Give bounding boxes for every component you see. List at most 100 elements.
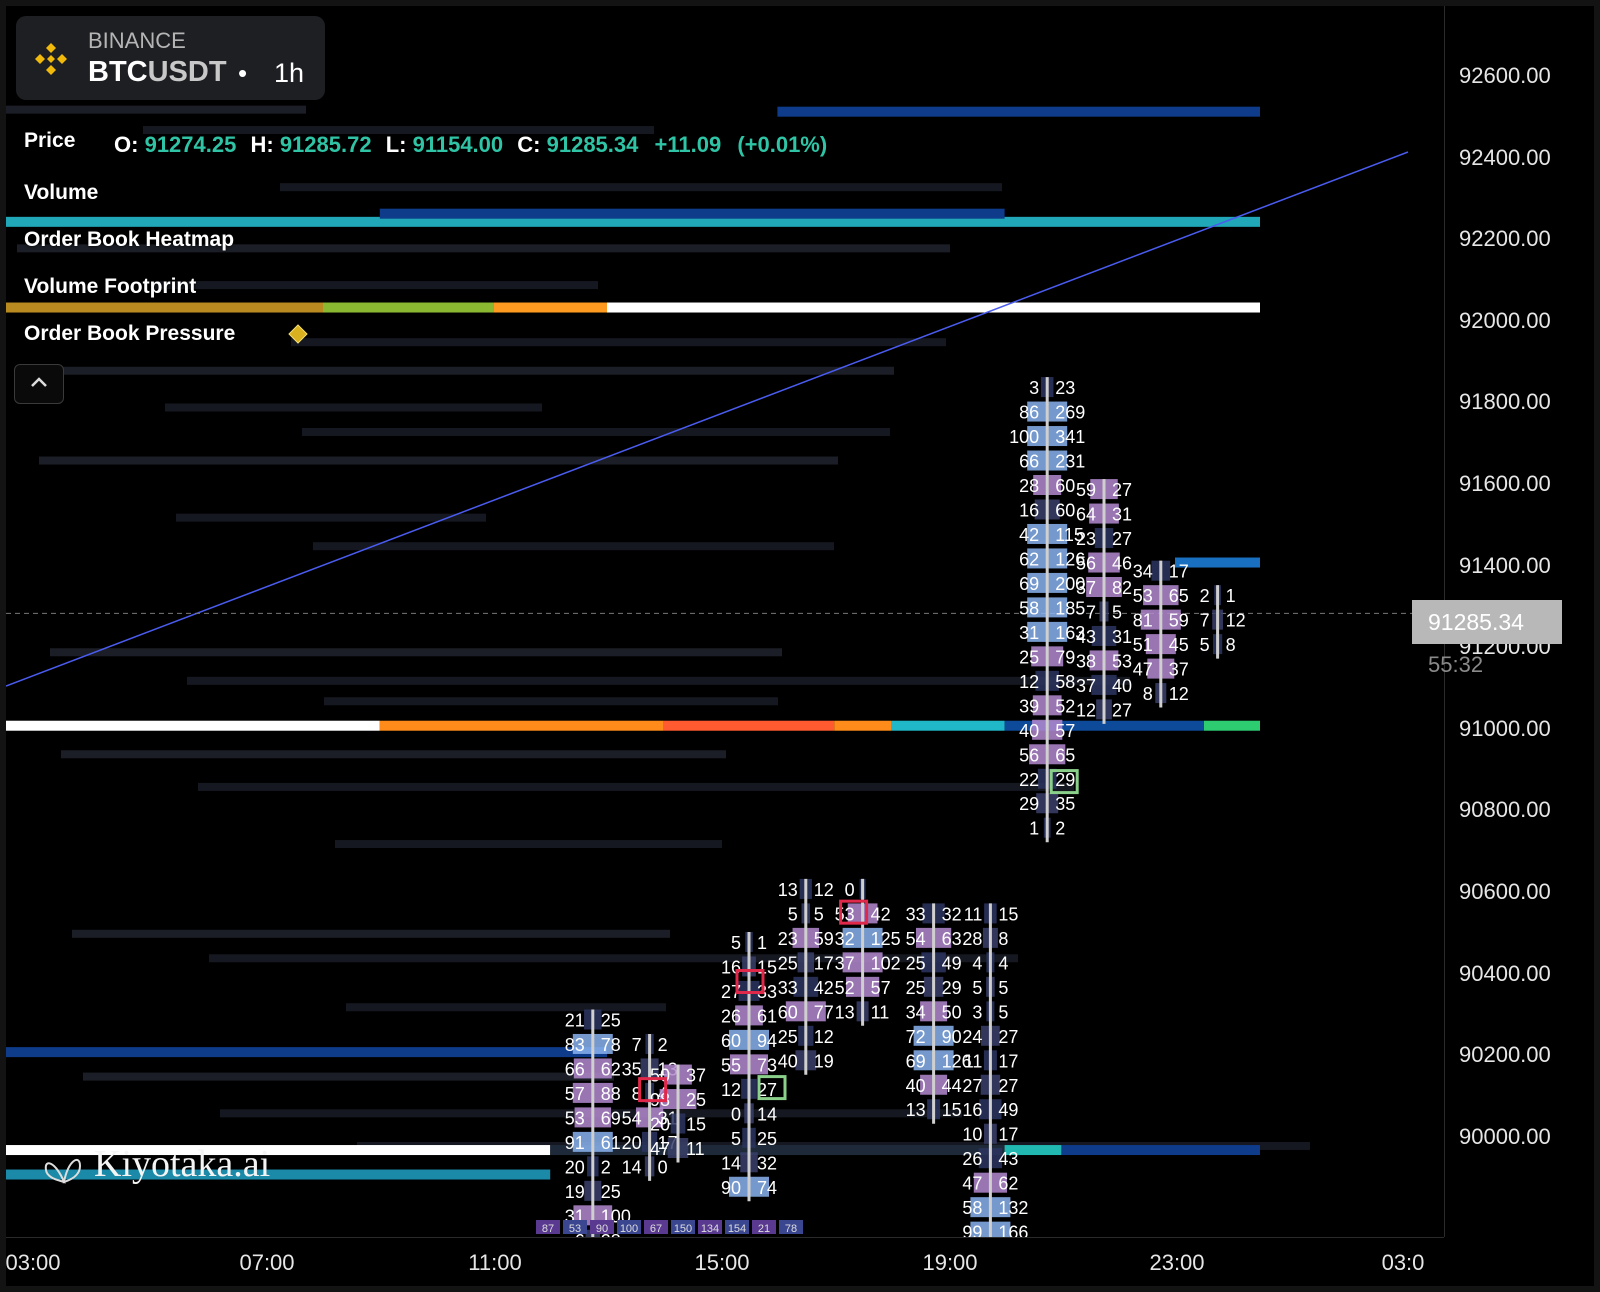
collapse-legend-button[interactable] (14, 364, 64, 404)
time-tick-label: 11:00 (468, 1250, 522, 1275)
footprint-value: 26 (962, 1149, 982, 1169)
footprint-value: 59 (1169, 611, 1189, 631)
volume-value: 100 (620, 1223, 638, 1235)
footprint-value: 27 (998, 1076, 1018, 1096)
price-tick-label: 91000.00 (1459, 715, 1551, 741)
footprint-value: 15 (757, 957, 777, 977)
footprint-value: 25 (601, 1010, 621, 1030)
exchange-label: BINANCE (88, 28, 186, 53)
heatmap-cell (280, 183, 1002, 192)
footprint-value: 83 (565, 1035, 585, 1055)
legend-volume-label[interactable]: Volume (24, 181, 98, 205)
footprint-value: 90 (721, 1178, 741, 1198)
footprint-value: 12 (1076, 700, 1096, 720)
footprint-value: 53 (565, 1108, 585, 1128)
footprint-value: 102 (871, 953, 901, 973)
interval-selector[interactable]: 1h (274, 58, 304, 89)
price-tick-label: 90400.00 (1459, 960, 1551, 986)
footprint-value: 16 (1019, 500, 1039, 520)
footprint-value: 47 (1133, 660, 1153, 680)
heatmap-cell (291, 338, 946, 347)
footprint-value: 57 (1055, 721, 1075, 741)
legend-price-label[interactable]: Price (24, 129, 75, 153)
legend-footprint-label[interactable]: Volume Footprint (24, 275, 196, 299)
footprint-value: 58 (1055, 672, 1075, 692)
footprint-value: 62 (998, 1174, 1018, 1194)
footprint-value: 8 (998, 929, 1008, 949)
legend-pressure-label[interactable]: Order Book Pressure (24, 322, 235, 346)
time-tick-label: 07:00 (239, 1250, 295, 1275)
heatmap-cell (6, 105, 306, 114)
footprint-value: 66 (565, 1059, 585, 1079)
footprint-value: 12 (814, 880, 834, 900)
footprint-value: 60 (1055, 476, 1075, 496)
footprint-value: 31 (1019, 623, 1039, 643)
footprint-value: 0 (731, 1104, 741, 1124)
footprint-value: 63 (942, 929, 962, 949)
footprint-value: 99 (962, 1223, 982, 1237)
footprint-value: 54 (906, 929, 926, 949)
volume-value: 67 (650, 1223, 662, 1235)
footprint-value: 58 (1019, 598, 1039, 618)
footprint-value: 23 (1055, 378, 1075, 398)
footprint-value: 72 (906, 1027, 926, 1047)
footprint-value: 4 (998, 953, 1008, 973)
footprint-value: 37 (686, 1066, 706, 1086)
footprint-value: 46 (1112, 554, 1132, 574)
footprint-value: 16 (962, 1100, 982, 1120)
footprint-value: 23 (1076, 529, 1096, 549)
footprint-value: 11 (964, 1051, 983, 1071)
footprint-value: 17 (998, 1125, 1018, 1145)
footprint-value: 37 (1169, 660, 1189, 680)
footprint-value: 5 (1112, 602, 1122, 622)
footprint-value: 57 (871, 978, 891, 998)
footprint-value: 1 (757, 933, 767, 953)
footprint-value: 59 (814, 929, 834, 949)
footprint-value: 54 (622, 1108, 642, 1128)
butterfly-logo-icon (44, 1159, 82, 1184)
footprint-value: 56 (1076, 554, 1096, 574)
footprint-value: 4 (972, 953, 982, 973)
low-value: 91154.00 (412, 132, 504, 157)
time-tick-label: 23:00 (1149, 1250, 1205, 1275)
footprint-value: 20 (650, 1115, 670, 1135)
footprint-value: 52 (1055, 696, 1075, 716)
footprint-value: 341 (1055, 427, 1085, 447)
heatmap-level (834, 720, 891, 731)
footprint-value: 40 (778, 1051, 798, 1071)
symbol-info-box[interactable]: BINANCE BTCUSDT • 1h (16, 16, 325, 100)
footprint-value: 78 (601, 1035, 621, 1055)
heatmap-level (663, 720, 835, 731)
heatmap-cell (165, 403, 542, 412)
footprint-value: 5 (972, 978, 982, 998)
footprint-value: 52 (835, 978, 855, 998)
chart-canvas[interactable]: 2125837866625788536991612021925311006287… (6, 6, 1444, 1237)
footprint-value: 5 (731, 933, 741, 953)
price-tick-label: 91800.00 (1459, 389, 1551, 415)
volume-value: 150 (674, 1223, 692, 1235)
footprint-value: 57 (565, 1084, 585, 1104)
heatmap-cell (302, 427, 890, 436)
low-label: L: (385, 132, 407, 157)
chart-frame[interactable]: 2125837866625788536991612021925311006287… (5, 6, 1594, 1286)
footprint-value: 34 (906, 1002, 926, 1022)
heatmap-level (607, 302, 1260, 313)
footprint-value: 65 (1055, 745, 1075, 765)
legend-heatmap-label[interactable]: Order Book Heatmap (24, 228, 234, 252)
footprint-value: 100 (1009, 427, 1039, 447)
heatmap-level (379, 208, 1005, 219)
footprint-value: 53 (1133, 586, 1153, 606)
time-tick-label: 03:0 (1381, 1250, 1425, 1275)
footprint-value: 47 (962, 1174, 982, 1194)
heatmap-cell (83, 1072, 614, 1081)
price-tick-label: 92200.00 (1459, 226, 1551, 252)
footprint-value: 2 (1200, 586, 1210, 606)
heatmap-level (1204, 720, 1260, 731)
high-value: 91285.72 (279, 132, 372, 157)
footprint-value: 64 (1076, 505, 1096, 525)
time-axis[interactable]: 03:00 07:00 11:00 15:00 19:00 23:00 03:0 (5, 1237, 1444, 1286)
footprint-value: 12 (1019, 672, 1039, 692)
footprint-value: 73 (757, 1055, 777, 1075)
heatmap-level (6, 1169, 551, 1180)
footprint-value: 65 (1169, 586, 1189, 606)
